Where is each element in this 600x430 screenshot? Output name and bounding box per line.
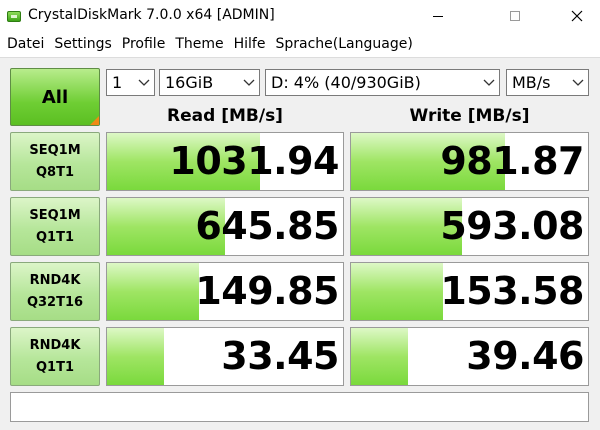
test-size-select[interactable]: 16GiB <box>159 69 260 96</box>
close-button[interactable] <box>554 0 600 32</box>
write-progress-bar <box>351 328 408 385</box>
chevron-down-icon <box>243 79 255 86</box>
drive-select[interactable]: D: 4% (40/930GiB) <box>265 69 500 96</box>
crystaldiskmark-app-icon <box>6 8 22 24</box>
menu-hilfe[interactable]: Hilfe <box>229 36 271 52</box>
unit-select[interactable]: MB/s <box>506 69 589 96</box>
write-column-header: Write [MB/s] <box>409 106 530 126</box>
menu-settings[interactable]: Settings <box>49 36 116 52</box>
read-progress-bar <box>107 263 200 320</box>
drive-value: D: 4% (40/930GiB) <box>271 73 421 92</box>
write-result-cell: 593.08 <box>350 197 589 256</box>
unit-value: MB/s <box>512 73 551 92</box>
write-result-value: 153.58 <box>440 269 584 313</box>
read-result-value: 149.85 <box>195 269 339 313</box>
minimize-button[interactable] <box>415 0 461 32</box>
window-title: CrystalDiskMark 7.0.0 x64 [ADMIN] <box>28 7 275 23</box>
test-name: RND4K <box>29 272 81 288</box>
comment-status-field[interactable] <box>10 392 589 422</box>
test-name: SEQ1M <box>29 207 81 223</box>
write-result-value: 981.87 <box>440 139 584 183</box>
maximize-icon <box>510 11 520 21</box>
maximize-button[interactable] <box>492 0 538 32</box>
write-result-cell: 153.58 <box>350 262 589 321</box>
minimize-icon <box>433 15 443 17</box>
chevron-down-icon <box>138 79 150 86</box>
read-result-cell: 645.85 <box>106 197 344 256</box>
run-all-button[interactable]: All <box>10 68 100 126</box>
test-name: RND4K <box>29 337 81 353</box>
corner-marker-icon <box>90 116 99 125</box>
run-all-label: All <box>41 86 69 108</box>
close-icon <box>571 10 583 22</box>
menu-datei[interactable]: Datei <box>2 36 49 52</box>
read-result-value: 645.85 <box>195 204 339 248</box>
test-params: Q1T1 <box>35 359 74 375</box>
read-result-value: 33.45 <box>221 334 339 378</box>
test-params: Q1T1 <box>35 229 74 245</box>
test-params: Q8T1 <box>35 164 74 180</box>
test-name: SEQ1M <box>29 142 81 158</box>
read-column-header: Read [MB/s] <box>167 106 283 126</box>
read-result-cell: 149.85 <box>106 262 344 321</box>
read-result-value: 1031.94 <box>169 139 339 183</box>
benchmark-panel: All 1 16GiB D: 4% (40/930GiB) MB/s Read … <box>0 57 600 430</box>
write-result-cell: 39.46 <box>350 327 589 386</box>
test-seq1m-q8t1-button[interactable]: SEQ1M Q8T1 <box>10 132 100 191</box>
write-result-cell: 981.87 <box>350 132 589 191</box>
test-rnd4k-q32t16-button[interactable]: RND4K Q32T16 <box>10 262 100 321</box>
chevron-down-icon <box>483 79 495 86</box>
read-progress-bar <box>107 328 164 385</box>
menu-bar: Datei Settings Profile Theme Hilfe Sprac… <box>0 32 600 56</box>
title-bar: CrystalDiskMark 7.0.0 x64 [ADMIN] <box>0 0 600 32</box>
test-size-value: 16GiB <box>165 73 214 92</box>
test-seq1m-q1t1-button[interactable]: SEQ1M Q1T1 <box>10 197 100 256</box>
menu-profile[interactable]: Profile <box>117 36 171 52</box>
test-params: Q32T16 <box>26 294 84 310</box>
read-result-cell: 33.45 <box>106 327 344 386</box>
menu-sprache[interactable]: Sprache(Language) <box>270 36 417 52</box>
chevron-down-icon <box>572 79 584 86</box>
menu-theme[interactable]: Theme <box>170 36 228 52</box>
write-progress-bar <box>351 263 444 320</box>
test-count-value: 1 <box>112 73 123 92</box>
write-result-value: 39.46 <box>466 334 584 378</box>
read-result-cell: 1031.94 <box>106 132 344 191</box>
test-count-select[interactable]: 1 <box>106 69 155 96</box>
test-rnd4k-q1t1-button[interactable]: RND4K Q1T1 <box>10 327 100 386</box>
write-result-value: 593.08 <box>440 204 584 248</box>
